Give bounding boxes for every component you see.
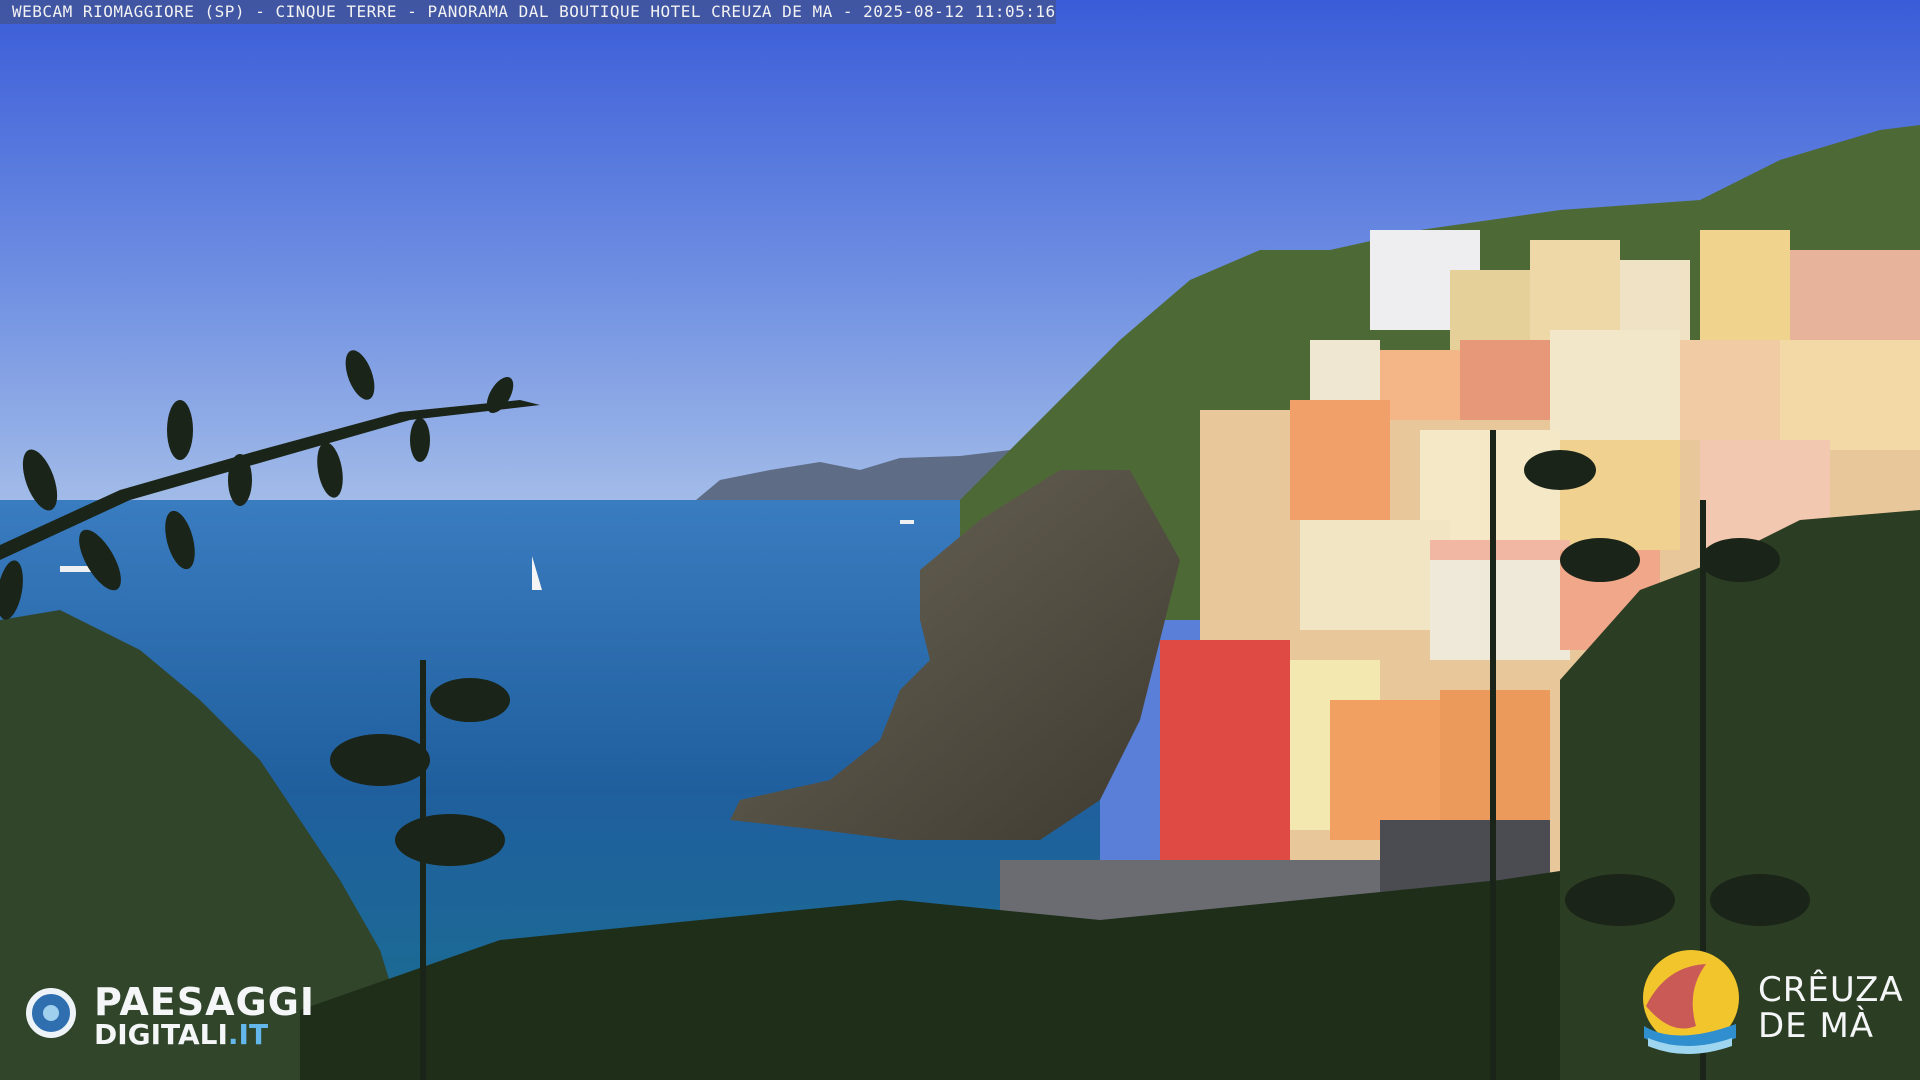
logo-left-name: DIGITALI (94, 1018, 228, 1051)
boat (900, 520, 914, 524)
logo-right-line2: DE MÀ (1758, 1006, 1875, 1046)
webcam-caption: WEBCAM RIOMAGGIORE (SP) - CINQUE TERRE -… (12, 2, 1056, 21)
paesaggi-digitali-logo: PAESAGGI DIGITALI.IT (26, 980, 346, 1051)
creuza-de-ma-logo: CRÊUZA DE MÀ (1636, 944, 1906, 1064)
caption-bar: WEBCAM RIOMAGGIORE (SP) - CINQUE TERRE -… (0, 0, 1056, 24)
logo-left-line2: DIGITALI.IT (94, 1018, 268, 1051)
creuza-badge-icon (1643, 950, 1739, 1054)
webcam-scene (0, 0, 1920, 1080)
logo-right-line1: CRÊUZA (1758, 970, 1904, 1010)
eye-icon (26, 988, 76, 1038)
logo-left-tld: .IT (227, 1018, 269, 1051)
